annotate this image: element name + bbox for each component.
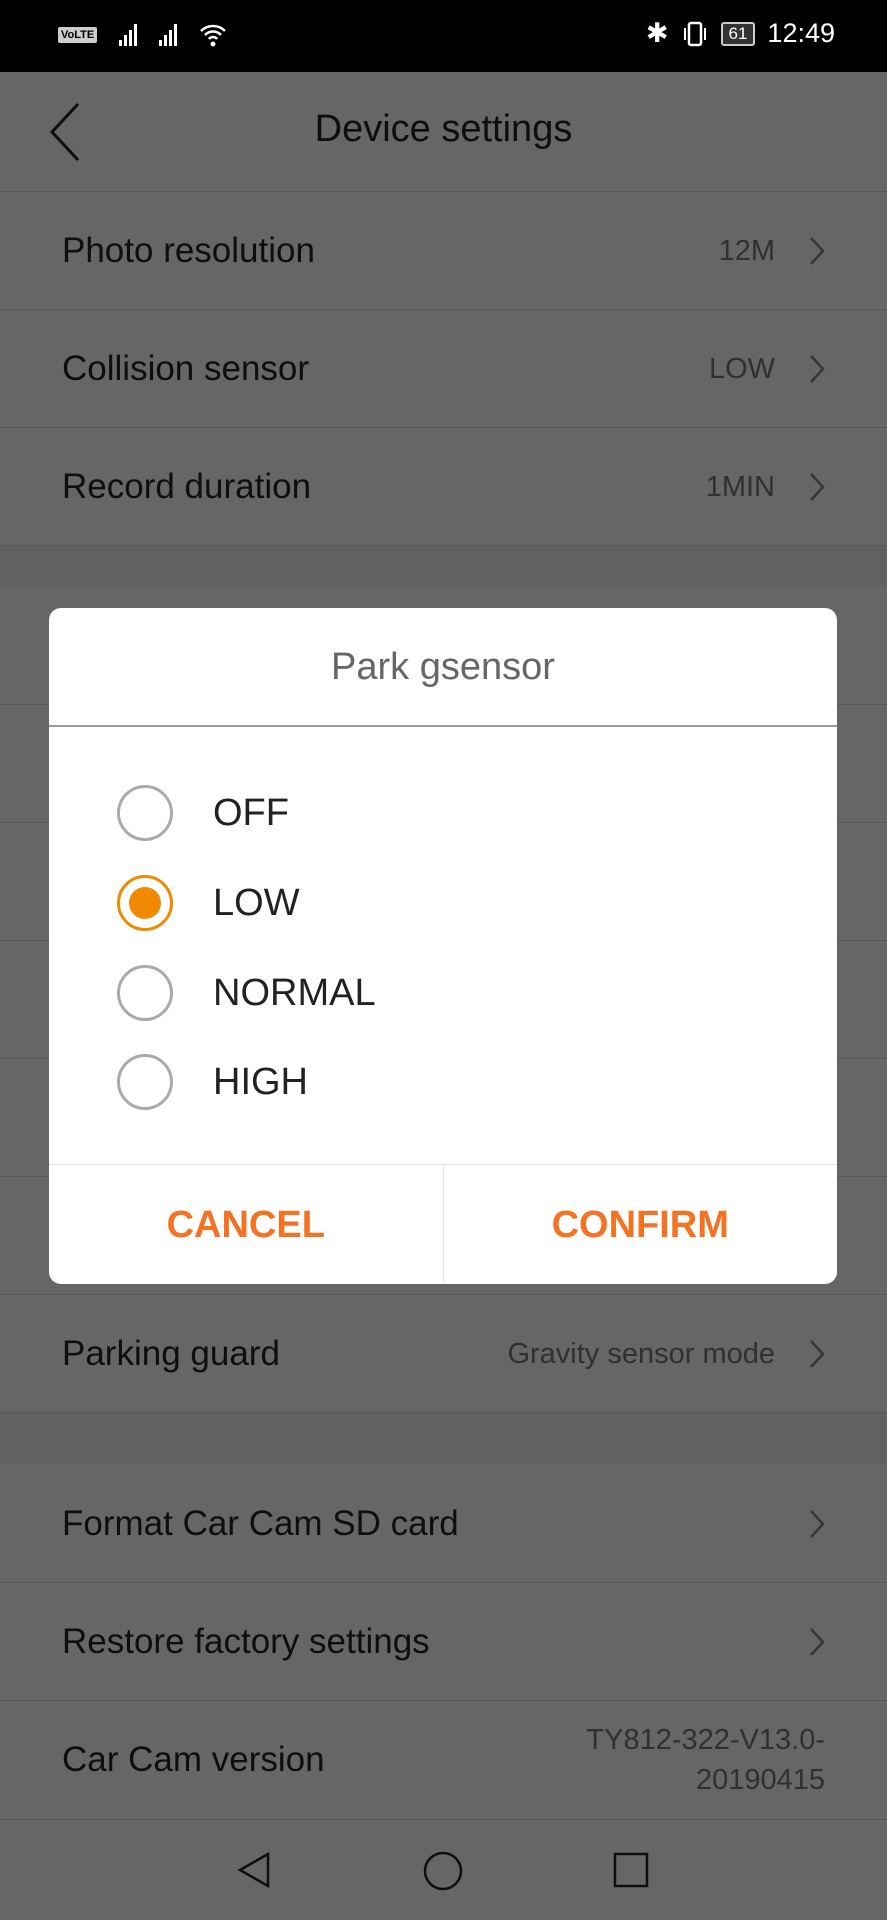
setting-collision-sensor[interactable]: Collision sensor LOW: [0, 310, 887, 428]
navigation-bar: [0, 1820, 887, 1920]
wifi-icon: [200, 24, 227, 47]
row-label: Parking guard: [62, 1333, 280, 1373]
battery-icon: 61: [720, 21, 756, 46]
signal-icon: [119, 24, 138, 46]
row-label: Format Car Cam SD card: [62, 1503, 459, 1543]
version-value: TY812-322-V13.0-20190415: [586, 1724, 825, 1796]
row-label: Record duration: [62, 466, 312, 506]
park-gsensor-dialog: Park gsensor OFF LOW NORMAL HIGH CANCEL …: [49, 608, 837, 1284]
setting-car-cam-version: Car Cam version TY812-322-V13.0-20190415: [0, 1701, 887, 1820]
confirm-button[interactable]: CONFIRM: [442, 1165, 838, 1284]
chevron-right-icon: [810, 1339, 825, 1368]
signal-icon: [159, 24, 178, 46]
option-label: NORMAL: [213, 971, 376, 1014]
option-label: HIGH: [213, 1060, 308, 1103]
chevron-right-icon: [810, 1509, 825, 1538]
radio-checked-icon[interactable]: [117, 875, 173, 931]
chevron-right-icon: [810, 472, 825, 501]
option-normal[interactable]: NORMAL: [117, 958, 376, 1028]
nav-recents-icon[interactable]: [612, 1851, 650, 1889]
chevron-right-icon: [810, 1627, 825, 1656]
row-value: 1MIN: [705, 470, 775, 503]
setting-restore-factory[interactable]: Restore factory settings: [0, 1583, 887, 1701]
clock: 12:49: [767, 18, 835, 48]
chevron-right-icon: [810, 236, 825, 265]
option-low[interactable]: LOW: [117, 868, 300, 938]
row-label: Restore factory settings: [62, 1621, 430, 1661]
option-off[interactable]: OFF: [117, 778, 289, 848]
cancel-button[interactable]: CANCEL: [49, 1165, 443, 1284]
radio-unchecked-icon[interactable]: [117, 965, 173, 1021]
nav-back-icon[interactable]: [234, 1850, 274, 1890]
status-bar: VoLTE ✱ 61 12:49: [0, 0, 887, 72]
row-label: Collision sensor: [62, 348, 310, 388]
row-label: Photo resolution: [62, 230, 315, 270]
page-title: Device settings: [314, 108, 573, 150]
radio-unchecked-icon[interactable]: [117, 1054, 173, 1110]
setting-parking-guard[interactable]: Parking guard Gravity sensor mode: [0, 1295, 887, 1413]
option-high[interactable]: HIGH: [117, 1047, 308, 1117]
bluetooth-icon: ✱: [645, 18, 669, 48]
option-label: OFF: [213, 791, 289, 834]
row-value: LOW: [708, 352, 775, 385]
radio-unchecked-icon[interactable]: [117, 785, 173, 841]
dialog-title: Park gsensor: [49, 608, 837, 727]
setting-format-sd[interactable]: Format Car Cam SD card: [0, 1465, 887, 1583]
row-label: Car Cam version: [62, 1740, 325, 1779]
row-value: 12M: [718, 234, 775, 267]
nav-home-icon[interactable]: [422, 1850, 464, 1892]
row-value: Gravity sensor mode: [507, 1337, 775, 1370]
volte-icon: VoLTE: [58, 27, 98, 43]
setting-photo-resolution[interactable]: Photo resolution 12M: [0, 192, 887, 310]
app-header: Device settings: [0, 72, 887, 192]
setting-record-duration[interactable]: Record duration 1MIN: [0, 428, 887, 546]
vibrate-icon: [683, 21, 706, 46]
option-label: LOW: [213, 881, 300, 924]
chevron-right-icon: [810, 354, 825, 383]
